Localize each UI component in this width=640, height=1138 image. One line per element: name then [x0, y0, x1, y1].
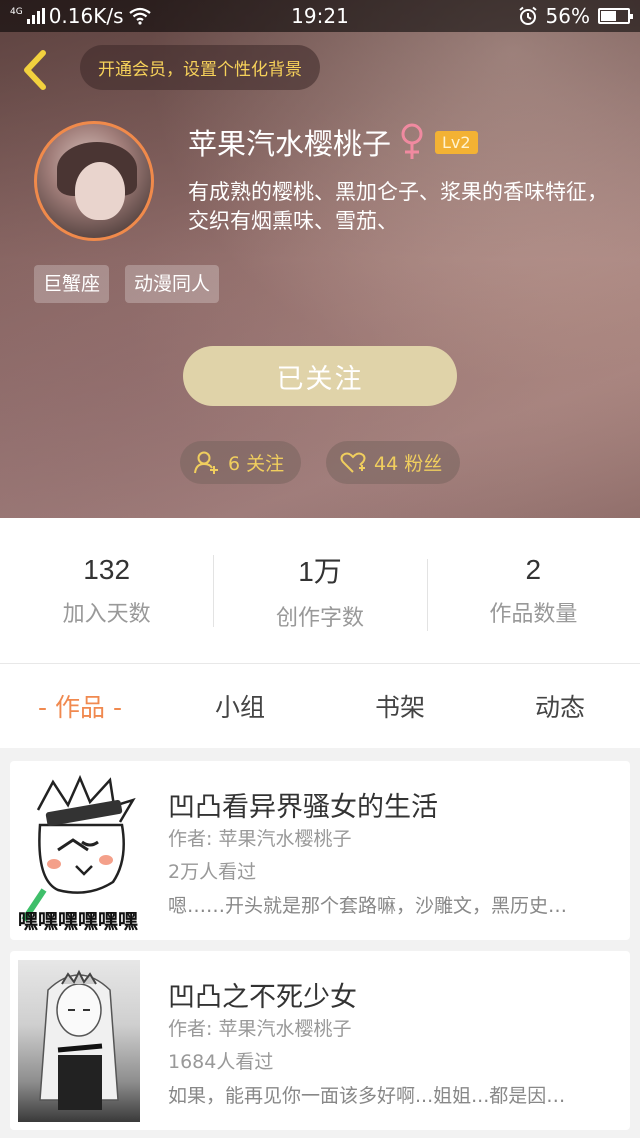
work-title: 凹凸看异界骚女的生活 — [168, 792, 438, 823]
heart-icon — [340, 452, 366, 473]
avatar-face — [75, 162, 125, 220]
username-row: 苹果汽水樱桃子 Lv2 — [188, 121, 478, 163]
signal-icon — [26, 8, 45, 24]
user-bio: 有成熟的樱桃、黑加仑子、浆果的香味特征，交织有烟熏味、雪茄、 — [188, 180, 608, 233]
work-card[interactable]: 凹凸之不死少女 作者: 苹果汽水樱桃子 1684人看过 如果，能再见你一面该多好… — [10, 951, 630, 1130]
stat-label: 创作字数 — [275, 605, 364, 631]
work-title: 凹凸之不死少女 — [168, 982, 357, 1013]
female-icon — [401, 123, 423, 159]
alarm-icon — [518, 6, 537, 25]
status-bar: 4G 0.16K/s 19:21 56% — [0, 0, 640, 32]
cover-illustration: 嘿嘿嘿嘿嘿嘿 — [18, 774, 138, 932]
battery-percent: 56% — [545, 4, 590, 28]
stat-label: 加入天数 — [62, 601, 151, 627]
add-user-icon — [194, 451, 218, 474]
stat-value: 1万 — [298, 555, 342, 587]
network-type: 4G — [10, 6, 23, 17]
tag-interest[interactable]: 动漫同人 — [125, 265, 220, 303]
work-card[interactable]: 嘿嘿嘿嘿嘿嘿 凹凸看异界骚女的生活 作者: 苹果汽水樱桃子 2万人看过 嗯……开… — [10, 761, 630, 940]
level-badge: Lv2 — [435, 130, 478, 154]
avatar[interactable] — [34, 121, 154, 241]
stat-value: 2 — [525, 553, 542, 585]
stat-join-days: 132 加入天数 — [0, 554, 213, 628]
tab-groups[interactable]: 小组 — [160, 688, 320, 724]
battery-icon — [598, 8, 633, 24]
network-speed: 0.16K/s — [48, 4, 124, 28]
stat-label: 作品数量 — [489, 601, 578, 627]
work-cover — [18, 960, 140, 1122]
tag-zodiac[interactable]: 巨蟹座 — [34, 265, 110, 303]
stat-word-count: 1万 创作字数 — [213, 550, 426, 632]
cover-illustration — [39, 969, 119, 1110]
work-cover: 嘿嘿嘿嘿嘿嘿 — [18, 770, 140, 932]
status-left: 4G 0.16K/s — [10, 4, 152, 28]
back-button[interactable] — [16, 48, 52, 92]
fans-button[interactable]: 44 粉丝 — [326, 441, 460, 484]
work-views: 2万人看过 — [168, 861, 257, 883]
work-description: 如果，能再见你一面该多好啊...姐姐...都是因… — [168, 1085, 566, 1107]
chevron-left-icon — [24, 50, 46, 90]
following-count: 6 关注 — [228, 453, 285, 475]
work-author: 作者: 苹果汽水樱桃子 — [168, 828, 352, 850]
following-button[interactable]: 6 关注 — [180, 441, 301, 484]
username: 苹果汽水樱桃子 — [188, 127, 392, 161]
profile-tabs: - 作品 - 小组 书架 动态 — [0, 663, 640, 748]
user-tags: 巨蟹座 动漫同人 — [34, 265, 220, 303]
vip-background-prompt[interactable]: 开通会员，设置个性化背景 — [80, 45, 320, 90]
work-description: 嗯……开头就是那个套路嘛，沙雕文，黑历史… — [168, 895, 568, 917]
tab-activity[interactable]: 动态 — [480, 688, 640, 724]
tab-bookshelf[interactable]: 书架 — [320, 688, 480, 724]
fans-count: 44 粉丝 — [374, 453, 443, 475]
stat-works-count: 2 作品数量 — [426, 553, 640, 631]
status-right: 56% — [518, 4, 633, 28]
wifi-icon — [128, 7, 151, 25]
stat-value: 132 — [83, 553, 131, 585]
work-views: 1684人看过 — [168, 1051, 274, 1073]
stats-panel: 132 加入天数 1万 创作字数 2 作品数量 — [0, 518, 640, 663]
profile-header: 4G 0.16K/s 19:21 56% 开通会员，设置个性化背景 苹果汽水樱桃… — [0, 0, 640, 518]
work-author: 作者: 苹果汽水樱桃子 — [168, 1018, 352, 1040]
follow-button[interactable]: 已关注 — [183, 346, 457, 406]
tab-works[interactable]: - 作品 - — [0, 688, 160, 724]
cover-text: 嘿嘿嘿嘿嘿嘿 — [18, 909, 138, 932]
